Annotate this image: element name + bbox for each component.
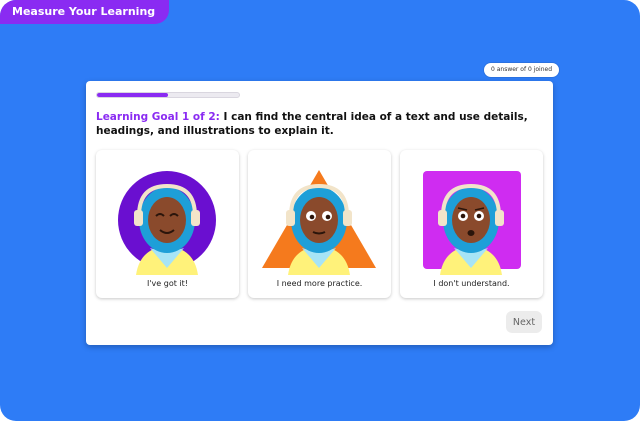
- learning-goal-card: Learning Goal 1 of 2: I can find the cen…: [86, 81, 553, 345]
- answers-status-badge: 0 answer of 0 joined: [484, 63, 560, 77]
- self-assessment-options: I've got it! I need more practice. I don…: [96, 150, 543, 299]
- avatar-face: [300, 197, 338, 243]
- option-dont-understand[interactable]: I don't understand.: [400, 150, 543, 298]
- option-got-it[interactable]: I've got it!: [96, 150, 239, 298]
- option-label: I don't understand.: [433, 279, 510, 288]
- avatar-face: [148, 197, 186, 243]
- option-label: I need more practice.: [276, 279, 363, 288]
- option-label: I've got it!: [147, 279, 188, 288]
- progress-bar: [96, 92, 240, 98]
- dont-understand-illustration: [423, 171, 521, 275]
- option-need-practice[interactable]: I need more practice.: [248, 150, 391, 298]
- learning-goal-prefix: Learning Goal 1 of 2:: [96, 111, 220, 123]
- learning-goal-statement: Learning Goal 1 of 2: I can find the cen…: [96, 110, 536, 138]
- progress-fill: [97, 93, 168, 97]
- got-it-illustration: [118, 171, 216, 275]
- avatar-face: [452, 197, 490, 243]
- app-frame: Measure Your Learning 0 answer of 0 join…: [0, 0, 640, 421]
- need-practice-illustration: [262, 170, 376, 275]
- app-title-pill: Measure Your Learning: [0, 0, 170, 24]
- next-button[interactable]: Next: [506, 311, 542, 333]
